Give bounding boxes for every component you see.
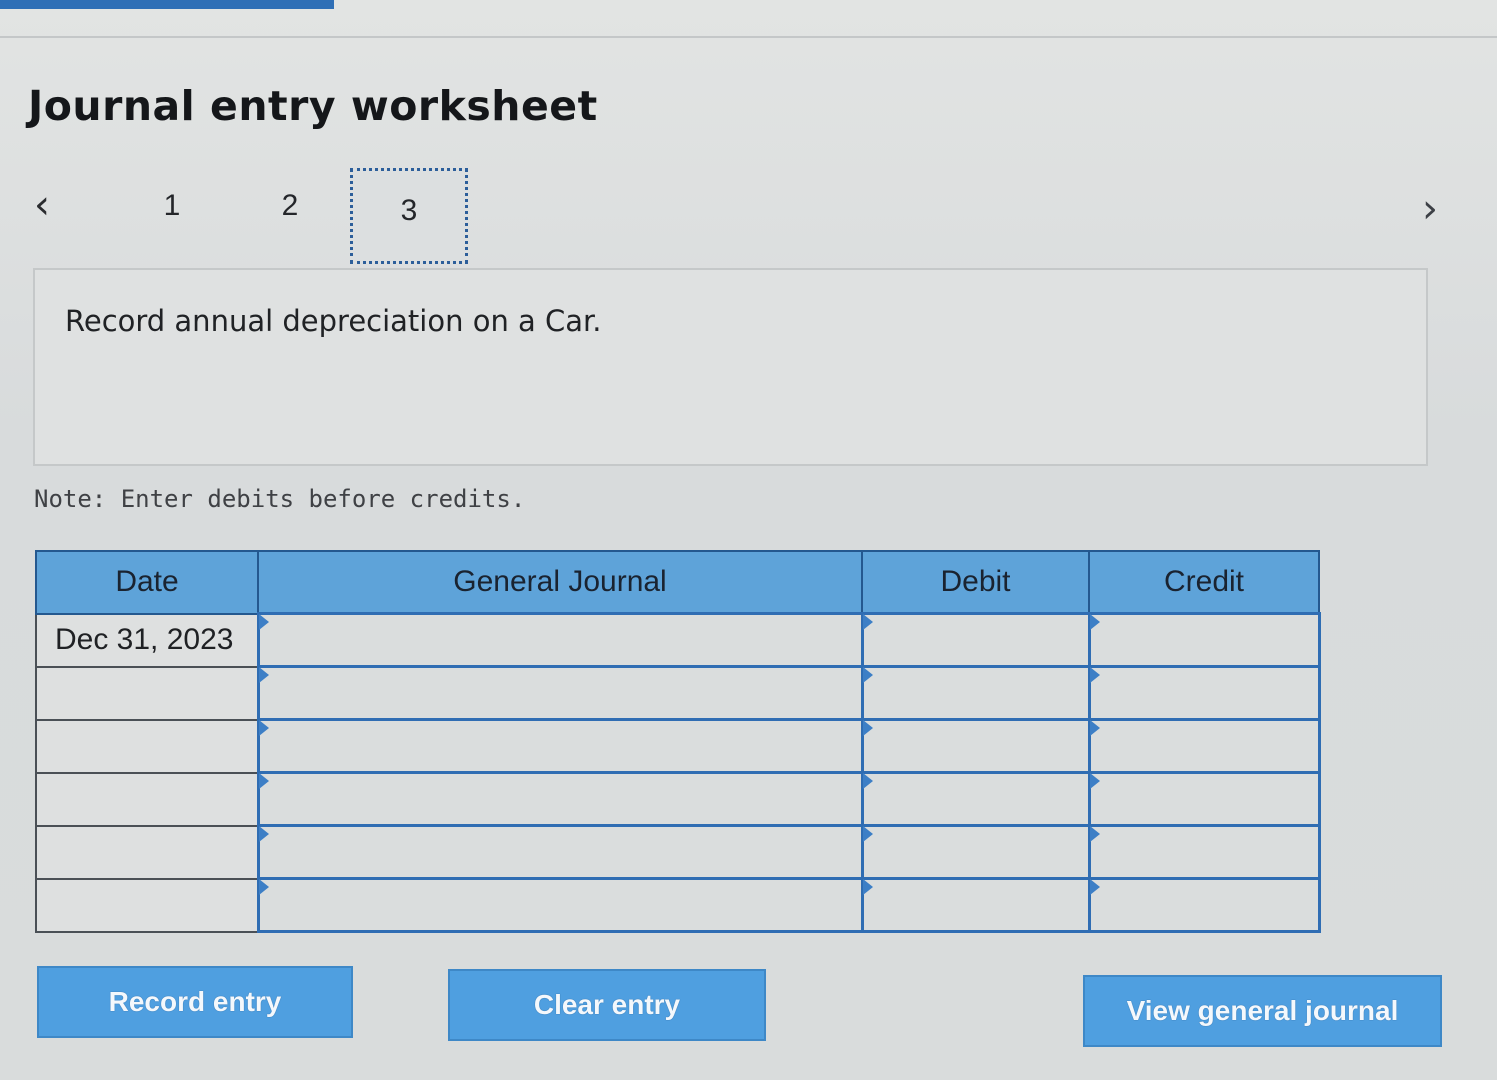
dropdown-flag-icon [862, 720, 873, 736]
page-title: Journal entry worksheet [28, 82, 598, 130]
chevron-right-icon[interactable]: › [1422, 189, 1438, 229]
date-cell [35, 877, 259, 933]
dropdown-flag-icon [1089, 614, 1100, 630]
credit-input[interactable] [1087, 877, 1321, 933]
table-row [35, 665, 1321, 721]
dropdown-flag-icon [258, 773, 269, 789]
entry-note: Note: Enter debits before credits. [34, 485, 526, 513]
dropdown-flag-icon [258, 720, 269, 736]
table-row [35, 771, 1321, 827]
debit-input[interactable] [860, 877, 1091, 933]
debit-input[interactable] [860, 665, 1091, 721]
dropdown-flag-icon [1089, 773, 1100, 789]
column-header-date: Date [35, 550, 259, 615]
dropdown-flag-icon [258, 879, 269, 895]
dropdown-flag-icon [862, 773, 873, 789]
transaction-description: Record annual depreciation on a Car. [65, 304, 602, 338]
date-cell [35, 718, 259, 774]
page-1-tab[interactable]: 1 [152, 189, 192, 223]
dropdown-flag-icon [1089, 720, 1100, 736]
account-input[interactable] [256, 718, 864, 774]
transaction-description-box: Record annual depreciation on a Car. [33, 268, 1428, 466]
account-input[interactable] [256, 665, 864, 721]
account-input[interactable] [256, 771, 864, 827]
column-header-general-journal: General Journal [257, 550, 863, 615]
table-row [35, 824, 1321, 880]
worksheet-page: Journal entry worksheet ‹ 1 2 3 › Record… [0, 0, 1497, 1080]
dropdown-flag-icon [1089, 667, 1100, 683]
debit-input[interactable] [860, 771, 1091, 827]
account-input[interactable] [256, 824, 864, 880]
dropdown-flag-icon [862, 879, 873, 895]
dropdown-flag-icon [862, 614, 873, 630]
date-cell [35, 771, 259, 827]
dropdown-flag-icon [862, 826, 873, 842]
table-row [35, 718, 1321, 774]
dropdown-flag-icon [862, 667, 873, 683]
dropdown-flag-icon [258, 826, 269, 842]
date-cell [35, 824, 259, 880]
view-general-journal-button[interactable]: View general journal [1083, 975, 1442, 1047]
credit-input[interactable] [1087, 665, 1321, 721]
clear-entry-button[interactable]: Clear entry [448, 969, 766, 1041]
credit-input[interactable] [1087, 612, 1321, 668]
dropdown-flag-icon [1089, 879, 1100, 895]
debit-input[interactable] [860, 824, 1091, 880]
column-header-debit: Debit [861, 550, 1090, 615]
debit-input[interactable] [860, 612, 1091, 668]
date-cell [35, 665, 259, 721]
date-cell: Dec 31, 2023 [35, 612, 259, 668]
record-entry-button[interactable]: Record entry [37, 966, 353, 1038]
credit-input[interactable] [1087, 824, 1321, 880]
account-input[interactable] [256, 877, 864, 933]
table-row: Dec 31, 2023 [35, 612, 1321, 668]
journal-header-row: Date General Journal Debit Credit [35, 550, 1320, 615]
page-2-tab[interactable]: 2 [270, 189, 310, 223]
credit-input[interactable] [1087, 718, 1321, 774]
table-row [35, 877, 1321, 933]
column-header-credit: Credit [1088, 550, 1320, 615]
debit-input[interactable] [860, 718, 1091, 774]
chevron-left-icon[interactable]: ‹ [34, 185, 50, 225]
account-input[interactable] [256, 612, 864, 668]
dropdown-flag-icon [258, 667, 269, 683]
top-accent-bar [0, 0, 334, 9]
page-3-tab[interactable]: 3 [350, 168, 468, 264]
dropdown-flag-icon [1089, 826, 1100, 842]
credit-input[interactable] [1087, 771, 1321, 827]
dropdown-flag-icon [258, 614, 269, 630]
top-divider [0, 36, 1497, 38]
journal-table: Date General Journal Debit Credit Dec 31… [35, 550, 1321, 933]
entry-pagination: ‹ 1 2 3 › [30, 165, 1470, 271]
